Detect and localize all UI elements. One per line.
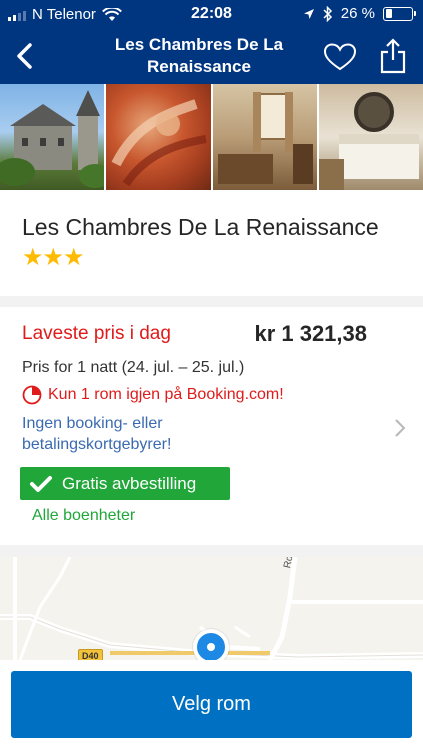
bottom-action-bar: Velg rom xyxy=(0,660,423,750)
price-for-text: Pris for 1 natt (24. jul. – 25. jul.) xyxy=(22,359,245,376)
battery-level xyxy=(385,9,392,18)
heart-outline-icon xyxy=(323,43,357,71)
star-rating: ★★★ xyxy=(22,244,85,271)
status-right: 26 % xyxy=(303,5,416,22)
no-fees-text: Ingen booking- eller betalingskortgebyre… xyxy=(22,415,172,453)
share-icon xyxy=(380,38,406,74)
photo-room[interactable] xyxy=(212,84,317,190)
photo-bedroom[interactable] xyxy=(318,84,423,190)
hotel-name: Les Chambres De La Renaissance ★★★ xyxy=(22,212,402,273)
photo-gallery[interactable] xyxy=(0,84,423,190)
battery-percent: 26 % xyxy=(340,5,375,22)
share-button[interactable] xyxy=(379,38,407,74)
hotel-name-text: Les Chambres De La Renaissance xyxy=(22,214,379,240)
road-badge: D40 xyxy=(78,649,103,660)
rooms-left-text: Kun 1 rom igjen på Booking.com! xyxy=(48,386,284,403)
back-button[interactable] xyxy=(10,40,40,72)
all-units-link[interactable]: Alle boenheter xyxy=(32,507,135,525)
photo-exterior[interactable] xyxy=(0,84,105,190)
photo-fresco[interactable] xyxy=(106,84,211,190)
section-divider xyxy=(0,296,423,307)
checkmark-icon xyxy=(30,475,52,492)
chevron-left-icon xyxy=(17,43,32,69)
rooms-left-notice: Kun 1 rom igjen på Booking.com! xyxy=(22,385,284,405)
clock-alert-icon xyxy=(22,385,42,405)
nav-title: Les Chambres De La Renaissance xyxy=(114,35,284,76)
chevron-right-icon[interactable] xyxy=(393,417,407,439)
bluetooth-icon xyxy=(323,5,332,22)
location-map[interactable]: Route D40 xyxy=(0,557,423,660)
section-divider xyxy=(0,545,423,557)
navigation-bar: Les Chambres De La Renaissance xyxy=(0,28,423,84)
free-cancellation-badge: Gratis avbestilling xyxy=(20,467,230,500)
favorite-button[interactable] xyxy=(323,42,357,72)
price-card[interactable]: Laveste pris i dag kr 1 321,38 Pris for … xyxy=(0,307,423,545)
price-value: kr 1 321,38 xyxy=(254,321,367,346)
hotel-title-card: Les Chambres De La Renaissance ★★★ xyxy=(0,190,423,296)
lowest-price-label: Laveste pris i dag xyxy=(22,323,171,344)
free-cancellation-text: Gratis avbestilling xyxy=(62,473,197,493)
location-pin-icon[interactable] xyxy=(193,629,229,660)
battery-icon xyxy=(383,6,416,21)
location-arrow-icon xyxy=(303,8,314,19)
status-bar: N Telenor 22:08 26 % xyxy=(0,0,423,28)
select-room-button[interactable]: Velg rom xyxy=(11,671,412,738)
